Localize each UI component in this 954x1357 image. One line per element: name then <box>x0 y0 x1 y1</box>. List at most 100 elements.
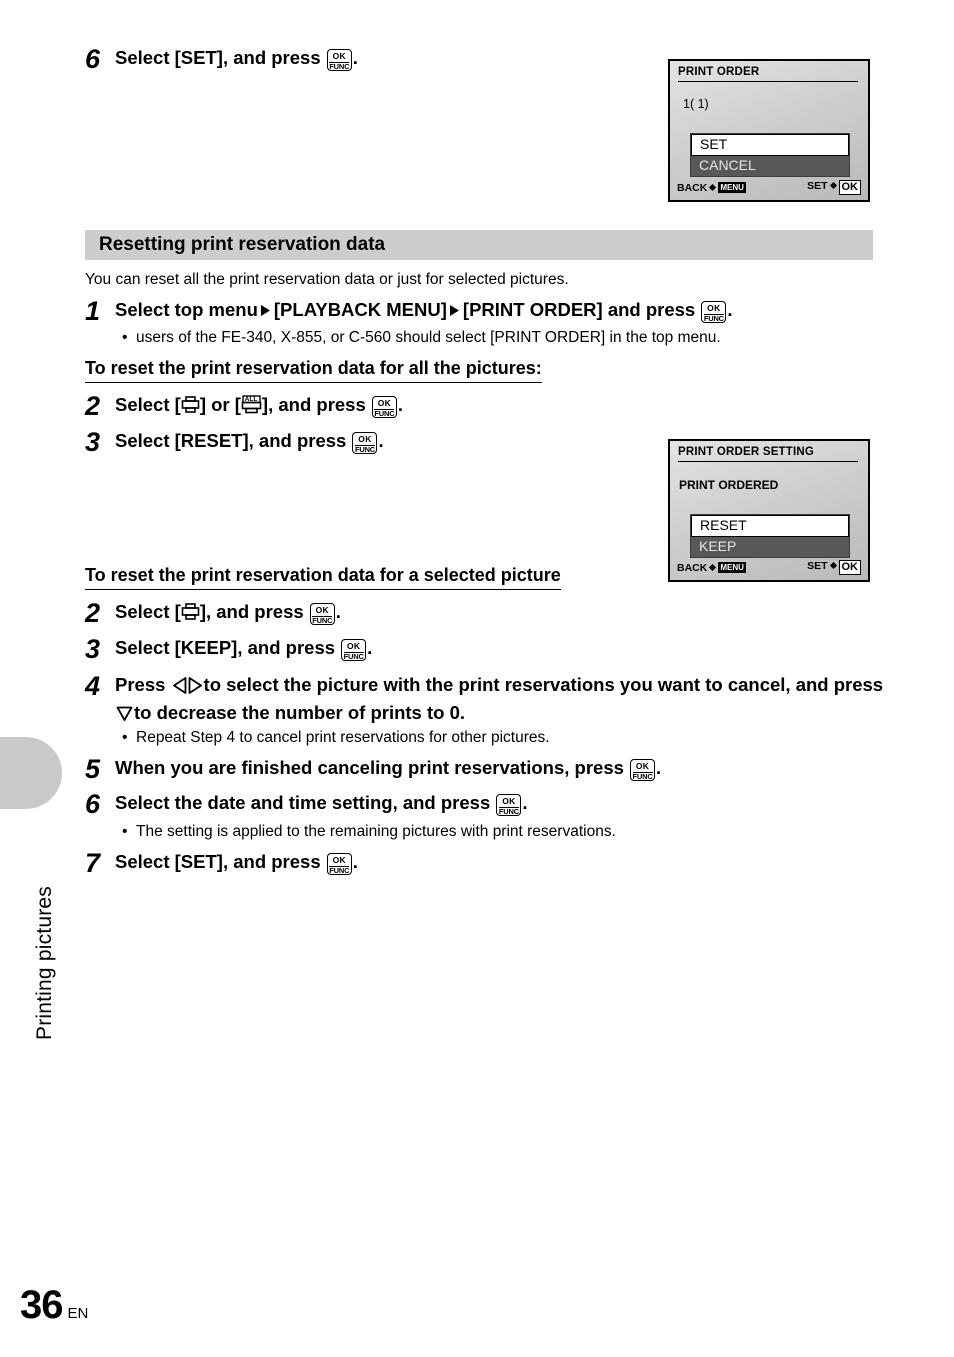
step-text-part: Select top menu <box>115 299 258 320</box>
diamond-icon <box>709 183 717 191</box>
step-text-part: Select [SET], and press <box>115 851 321 872</box>
lcd-option-reset[interactable]: RESET <box>691 515 849 537</box>
lcd-title: PRINT ORDER SETTING <box>678 446 858 462</box>
step-text-part: to select the picture with the print res… <box>203 674 723 695</box>
section-heading: Resetting print reservation data <box>99 234 386 255</box>
lcd-footer-bar: BACK MENU SET OK <box>677 560 861 575</box>
bullet-text: users of the FE-340, X-855, or C-560 sho… <box>136 329 721 346</box>
ok-func-button-icon: OK FUNC <box>326 852 352 875</box>
step-text: Select [SET], and press OK FUNC . <box>115 45 358 71</box>
ok-func-button-icon: OK FUNC <box>341 638 367 661</box>
step-text: Select [SET], and press OK FUNC . <box>115 849 358 875</box>
bullet-dot: • <box>122 823 128 840</box>
ok-key-icon: OK <box>838 560 861 575</box>
step-text: Select [KEEP], and press OK FUNC . <box>115 635 372 661</box>
ok-func-button-icon: OK FUNC <box>630 758 656 781</box>
lcd-subtitle: PRINT ORDERED <box>679 478 779 492</box>
ok-func-button-icon: OK FUNC <box>371 395 397 418</box>
step-text-part: When you are finished canceling print re… <box>115 757 624 778</box>
lcd-footer-set: SET OK <box>807 560 861 575</box>
lcd-screen-print-order-setting: PRINT ORDER SETTING PRINT ORDERED RESET … <box>668 439 870 582</box>
step-4: 4 Press to select the picture with the p… <box>85 672 885 728</box>
ok-key-icon: OK <box>838 180 861 195</box>
lcd-option-list[interactable]: SET CANCEL <box>690 133 850 177</box>
page-language: EN <box>67 1305 89 1322</box>
lcd-title: PRINT ORDER <box>678 66 858 82</box>
subheading-selected-picture: To reset the print reservation data for … <box>85 565 561 590</box>
step-text-part: Select [KEEP], and press <box>115 637 336 658</box>
step-text-part: . <box>656 757 662 778</box>
step-2-all: 2 Select [] or [ALL], and press OK FUNC … <box>85 392 403 420</box>
step-text-part: Select [ <box>115 394 181 415</box>
step-text-part: . <box>352 47 358 68</box>
ok-label: OK <box>346 641 361 651</box>
printer-all-icon: ALL <box>241 395 262 414</box>
step-text-part: cancel, and press <box>727 674 884 695</box>
lcd-option-keep[interactable]: KEEP <box>691 537 849 557</box>
diamond-icon <box>829 561 837 570</box>
ok-label: OK <box>707 303 721 313</box>
ok-func-button-icon: OK FUNC <box>352 431 378 454</box>
lcd-option-list[interactable]: RESET KEEP <box>690 514 850 558</box>
step-number: 3 <box>85 634 101 664</box>
ok-label: OK <box>635 761 650 771</box>
step-number: 3 <box>85 427 101 457</box>
step-text-part: to decrease the number of prints to 0. <box>134 702 466 723</box>
step-text: Select [], and press OK FUNC . <box>115 599 341 625</box>
chapter-label: Printing pictures <box>33 886 56 1040</box>
lcd-option-set[interactable]: SET <box>691 134 849 156</box>
func-label: FUNC <box>343 651 364 661</box>
ok-label: OK <box>332 855 346 865</box>
step-text: Press to select the picture with the pri… <box>115 672 885 728</box>
step-text-part: . <box>378 430 384 451</box>
step-text: Select [RESET], and press OK FUNC . <box>115 428 384 454</box>
step-text-part: [PRINT ORDER] and press <box>462 299 696 320</box>
page-footer: 36 EN <box>20 1283 88 1328</box>
lcd-footer-bar: BACK MENU SET OK <box>677 180 861 195</box>
bullet-text: The setting is applied to the remaining … <box>136 823 616 840</box>
step-text-part: ], and press <box>261 394 366 415</box>
step-number: 6 <box>85 789 101 819</box>
step-number: 1 <box>85 296 101 326</box>
subheading-all-pictures: To reset the print reservation data for … <box>85 358 542 383</box>
diamond-icon <box>829 181 837 190</box>
step-4-bullet: • Repeat Step 4 to cancel print reservat… <box>122 728 550 748</box>
step-text-part: ], and press <box>199 601 304 622</box>
ok-func-button-icon: OK FUNC <box>701 300 727 323</box>
step-5: 5 When you are finished canceling print … <box>85 755 661 783</box>
lcd-footer-back-label: BACK <box>677 561 708 574</box>
ok-label: OK <box>377 398 392 408</box>
step-number: 6 <box>85 44 101 74</box>
diamond-icon <box>709 563 717 571</box>
step-1: 1 Select top menu [PLAYBACK MENU] [PRINT O… <box>85 297 733 325</box>
func-label: FUNC <box>354 444 375 454</box>
step-text-part: . <box>335 601 341 622</box>
step-text-part: . <box>352 851 358 872</box>
func-label: FUNC <box>312 615 333 625</box>
lcd-footer-back-label: BACK <box>677 181 708 194</box>
func-label: FUNC <box>632 771 653 781</box>
chapter-tab <box>0 737 62 809</box>
down-arrow-icon <box>116 703 133 728</box>
ok-func-button-icon: OK FUNC <box>496 793 522 816</box>
ok-func-button-icon: OK FUNC <box>309 602 335 625</box>
lcd-option-cancel[interactable]: CANCEL <box>691 156 849 176</box>
ok-label: OK <box>315 605 329 615</box>
step-text: Select [] or [ALL], and press OK FUNC . <box>115 392 403 418</box>
step-text-part: . <box>727 299 733 320</box>
step-number: 7 <box>85 848 101 878</box>
ok-label: OK <box>358 434 372 444</box>
func-label: FUNC <box>329 61 350 71</box>
bullet-dot: • <box>122 729 128 746</box>
step-number: 2 <box>85 598 101 628</box>
step-1-bullet: • users of the FE-340, X-855, or C-560 s… <box>122 328 721 348</box>
step-text-part: Select the date and time setting, and pr… <box>115 792 491 813</box>
menu-key-icon: MENU <box>718 561 746 573</box>
lcd-footer-set-label: SET <box>807 180 828 192</box>
step-number: 2 <box>85 391 101 421</box>
step-text-part: . <box>522 792 528 813</box>
lcd-footer-set-label: SET <box>807 560 828 572</box>
step-text-part: ] or [ <box>199 394 241 415</box>
step-text: Select the date and time setting, and pr… <box>115 790 528 816</box>
printer-icon <box>181 602 200 621</box>
